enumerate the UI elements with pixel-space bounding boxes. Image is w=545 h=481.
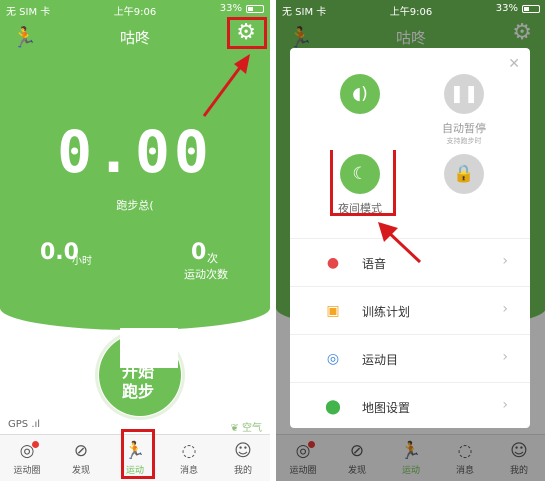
sport-tab-highlight-box (121, 429, 155, 479)
leaf-icon: ❦ (230, 423, 239, 434)
battery-icon (522, 5, 540, 13)
settings-highlight-box (227, 17, 267, 49)
phone-home-screen: 无 SIM 卡 上午9:06 33% 🏃 咕咚 ⚙ 0.00 跑步总( 0.0 … (0, 0, 270, 481)
gps-label: GPS (8, 419, 29, 430)
auto-pause-sub: 支持跑步时 (446, 137, 482, 145)
tab-label: 我的 (233, 466, 252, 476)
count-label: 运动次数 (184, 268, 228, 281)
battery-text: 33% (495, 3, 518, 14)
duration-unit: 小时 (72, 256, 92, 267)
lock-icon: 🔒 (453, 164, 475, 184)
status-bar: 无 SIM 卡 上午9:06 33% (276, 0, 545, 18)
air-label: 空气 (242, 423, 262, 434)
plan-icon: ▣ (326, 303, 340, 319)
tab-label: 运动圈 (13, 466, 41, 476)
night-mode-highlight-box (330, 150, 396, 216)
settings-popup: ✕ ◖) ❚❚ 自动暂停 支持跑步时 ☾ 夜间模式 🔒 ● 语音 › ▣ 训练计… (290, 48, 530, 428)
chevron-right-icon: › (502, 397, 508, 413)
chevron-right-icon: › (502, 349, 508, 365)
battery-icon (246, 5, 264, 13)
menu-label: 运动目 (362, 353, 399, 367)
count-unit: 次 (207, 252, 218, 265)
circle-icon: ◎ (19, 441, 35, 461)
chevron-right-icon: › (502, 301, 508, 317)
pause-icon: ❚❚ (449, 84, 479, 104)
speaker-icon: ◖) (352, 84, 368, 104)
voice-toggle[interactable]: ◖) (340, 74, 380, 114)
target-icon: ◎ (326, 351, 340, 367)
menu-row-sport-goal[interactable]: ◎ 运动目 › (290, 334, 530, 382)
voice-icon: ● (326, 255, 340, 271)
notification-dot (32, 441, 39, 448)
menu-label: 地图设置 (362, 401, 411, 415)
tab-profile[interactable]: ☺ 我的 (216, 435, 270, 481)
menu-label: 训练计划 (362, 305, 411, 319)
auto-pause-label: 自动暂停 (442, 122, 486, 135)
auto-pause-toggle[interactable]: ❚❚ (444, 74, 484, 114)
status-bar: 无 SIM 卡 上午9:06 33% (0, 0, 270, 18)
compass-icon: ⊘ (73, 441, 89, 461)
annotation-arrow (378, 222, 422, 264)
battery-text: 33% (219, 3, 242, 14)
tab-community[interactable]: ◎ 运动圈 (0, 435, 54, 481)
total-distance: 0.00 (57, 118, 213, 186)
air-quality[interactable]: ❦ 空气 (230, 419, 262, 434)
tab-label: 发现 (71, 466, 90, 476)
gps-indicator: GPS .ıl (8, 419, 41, 430)
menu-row-map-settings[interactable]: ⬤ 地图设置 › (290, 382, 530, 430)
tab-label: 消息 (179, 466, 198, 476)
lock-toggle[interactable]: 🔒 (444, 154, 484, 194)
start-run-label[interactable]: 开始跑步 (118, 362, 158, 402)
user-icon: ☺ (234, 441, 252, 461)
tab-messages[interactable]: ◌ 消息 (162, 435, 216, 481)
map-pin-icon: ⬤ (325, 399, 341, 415)
count-value: 0 (191, 240, 207, 265)
total-distance-label: 跑步总( (116, 199, 154, 212)
menu-row-training-plan[interactable]: ▣ 训练计划 › (290, 286, 530, 334)
annotation-arrow (202, 54, 250, 117)
chevron-right-icon: › (502, 253, 508, 269)
message-icon: ◌ (181, 441, 197, 461)
tab-discover[interactable]: ⊘ 发现 (54, 435, 108, 481)
close-icon[interactable]: ✕ (508, 56, 520, 72)
phone-settings-popup: 无 SIM 卡 上午9:06 33% 🏃 咕咚 ⚙ ◎ 运动圈 ⊘ 发现 🏃 运… (276, 0, 545, 481)
